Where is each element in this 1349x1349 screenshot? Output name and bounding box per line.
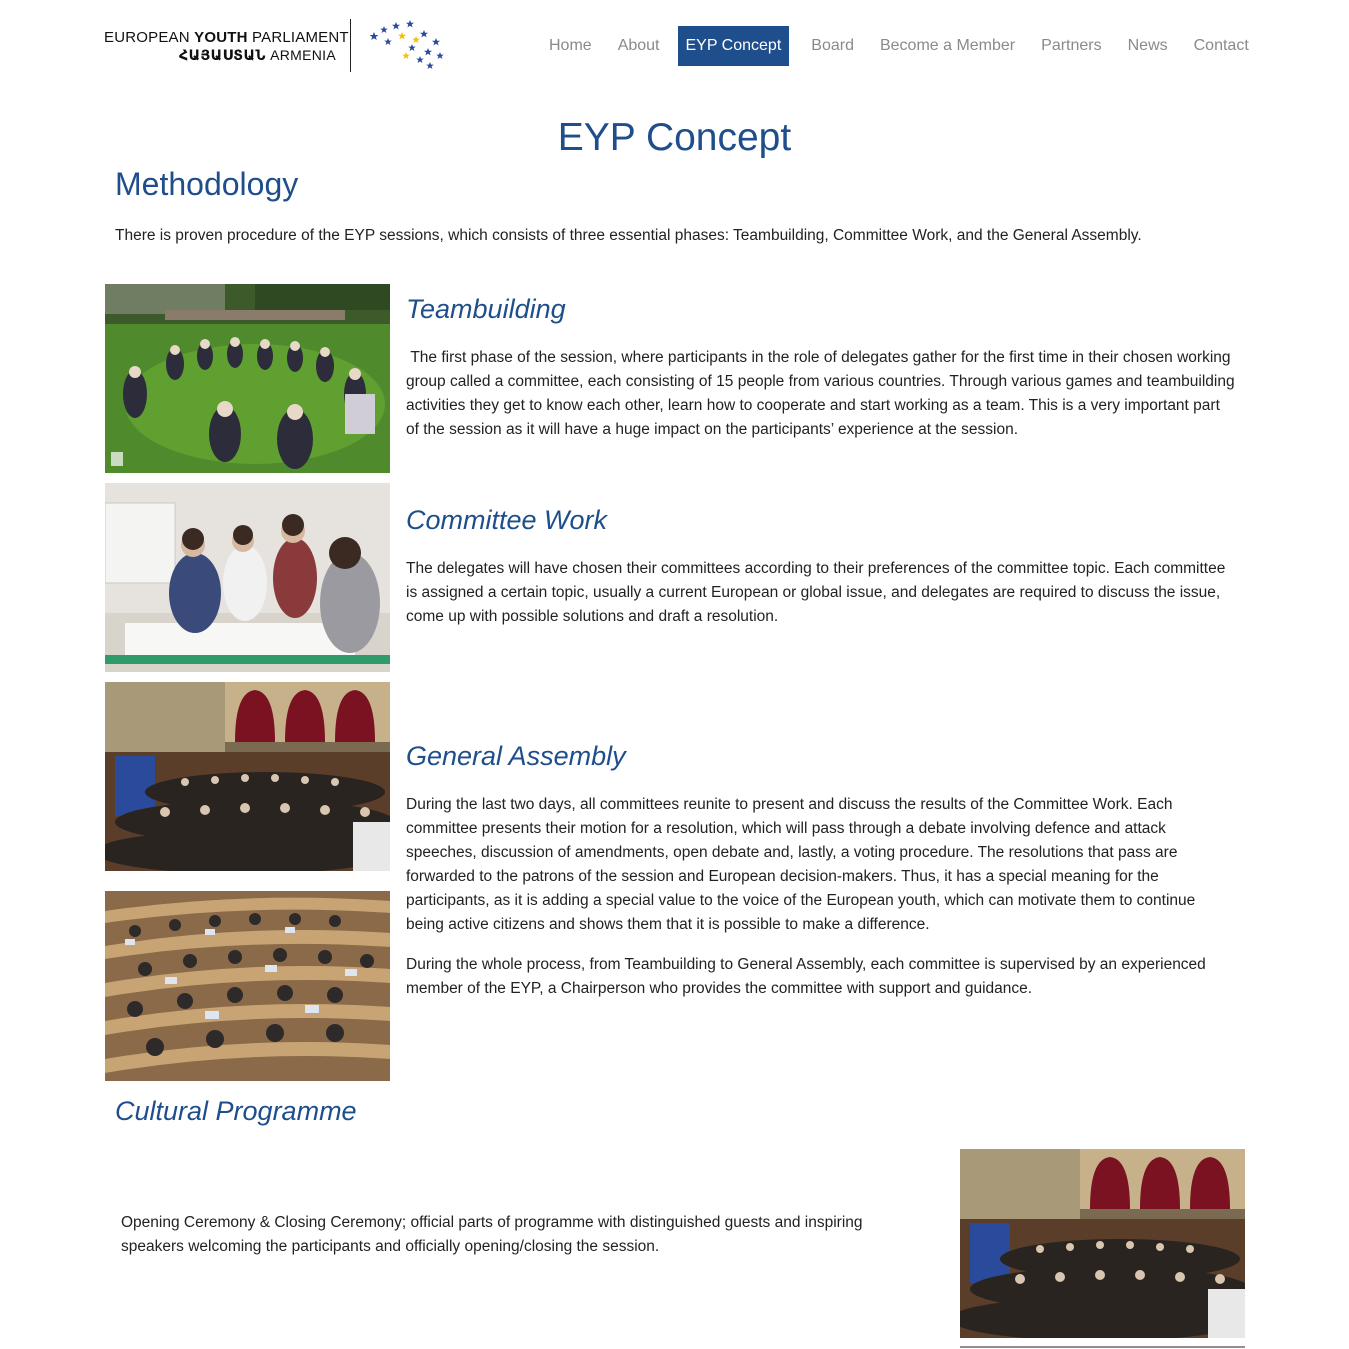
committee-work-text: The delegates will have chosen their com… — [406, 560, 1226, 625]
nav-about[interactable]: About — [609, 26, 669, 66]
cultural-programme-text: Opening Ceremony & Closing Ceremony; off… — [121, 1214, 863, 1255]
general-assembly-text: During the last two days, all committees… — [406, 796, 1196, 933]
bottom-divider — [960, 1346, 1245, 1348]
logo-line-2: ՀԱՅԱՍՏԱՆ ARMENIA — [104, 47, 336, 64]
logo-text: EUROPEAN YOUTH PARLIAMENT ՀԱՅԱՍՏԱՆ ARMEN… — [104, 29, 349, 64]
cultural-programme-photo — [960, 1149, 1245, 1338]
nav-partners[interactable]: Partners — [1032, 26, 1110, 66]
nav-home[interactable]: Home — [540, 26, 601, 66]
nav-news[interactable]: News — [1119, 26, 1177, 66]
logo-word-european: EUROPEAN — [104, 29, 190, 46]
eu-stars-logo-icon — [369, 20, 444, 69]
logo-word-parliament: PARLIAMENT — [252, 29, 349, 46]
committee-work-photo — [105, 483, 390, 672]
methodology-heading: Methodology — [115, 166, 299, 202]
logo-word-armenian: ՀԱՅԱՍՏԱՆ — [179, 47, 266, 63]
committee-work-title: Committee Work — [406, 505, 608, 535]
nav-contact[interactable]: Contact — [1185, 26, 1258, 66]
general-assembly-seats-photo — [105, 891, 390, 1081]
logo-word-youth: YOUTH — [194, 29, 248, 46]
general-assembly-title: General Assembly — [406, 741, 626, 771]
methodology-intro: There is proven procedure of the EYP ses… — [115, 227, 1142, 244]
teambuilding-text: The first phase of the session, where pa… — [406, 349, 1239, 438]
logo-word-armenia: ARMENIA — [270, 47, 336, 63]
general-assembly-text-2: During the whole process, from Teambuild… — [406, 956, 1206, 997]
main-nav: Home About EYP Concept Board Become a Me… — [536, 26, 1262, 66]
nav-board[interactable]: Board — [802, 26, 863, 66]
general-assembly-hall-photo — [105, 682, 390, 871]
nav-become-a-member[interactable]: Become a Member — [871, 26, 1024, 66]
teambuilding-photo — [105, 284, 390, 473]
logo-line-1: EUROPEAN YOUTH PARLIAMENT — [104, 29, 349, 46]
cultural-programme-title: Cultural Programme — [115, 1096, 357, 1126]
page: EUROPEAN YOUTH PARLIAMENT ՀԱՅԱՍՏԱՆ ARMEN… — [0, 0, 1349, 1349]
nav-eyp-concept[interactable]: EYP Concept — [677, 26, 790, 66]
page-title: EYP Concept — [557, 116, 792, 159]
logo-divider — [350, 19, 351, 72]
teambuilding-title: Teambuilding — [406, 294, 566, 324]
